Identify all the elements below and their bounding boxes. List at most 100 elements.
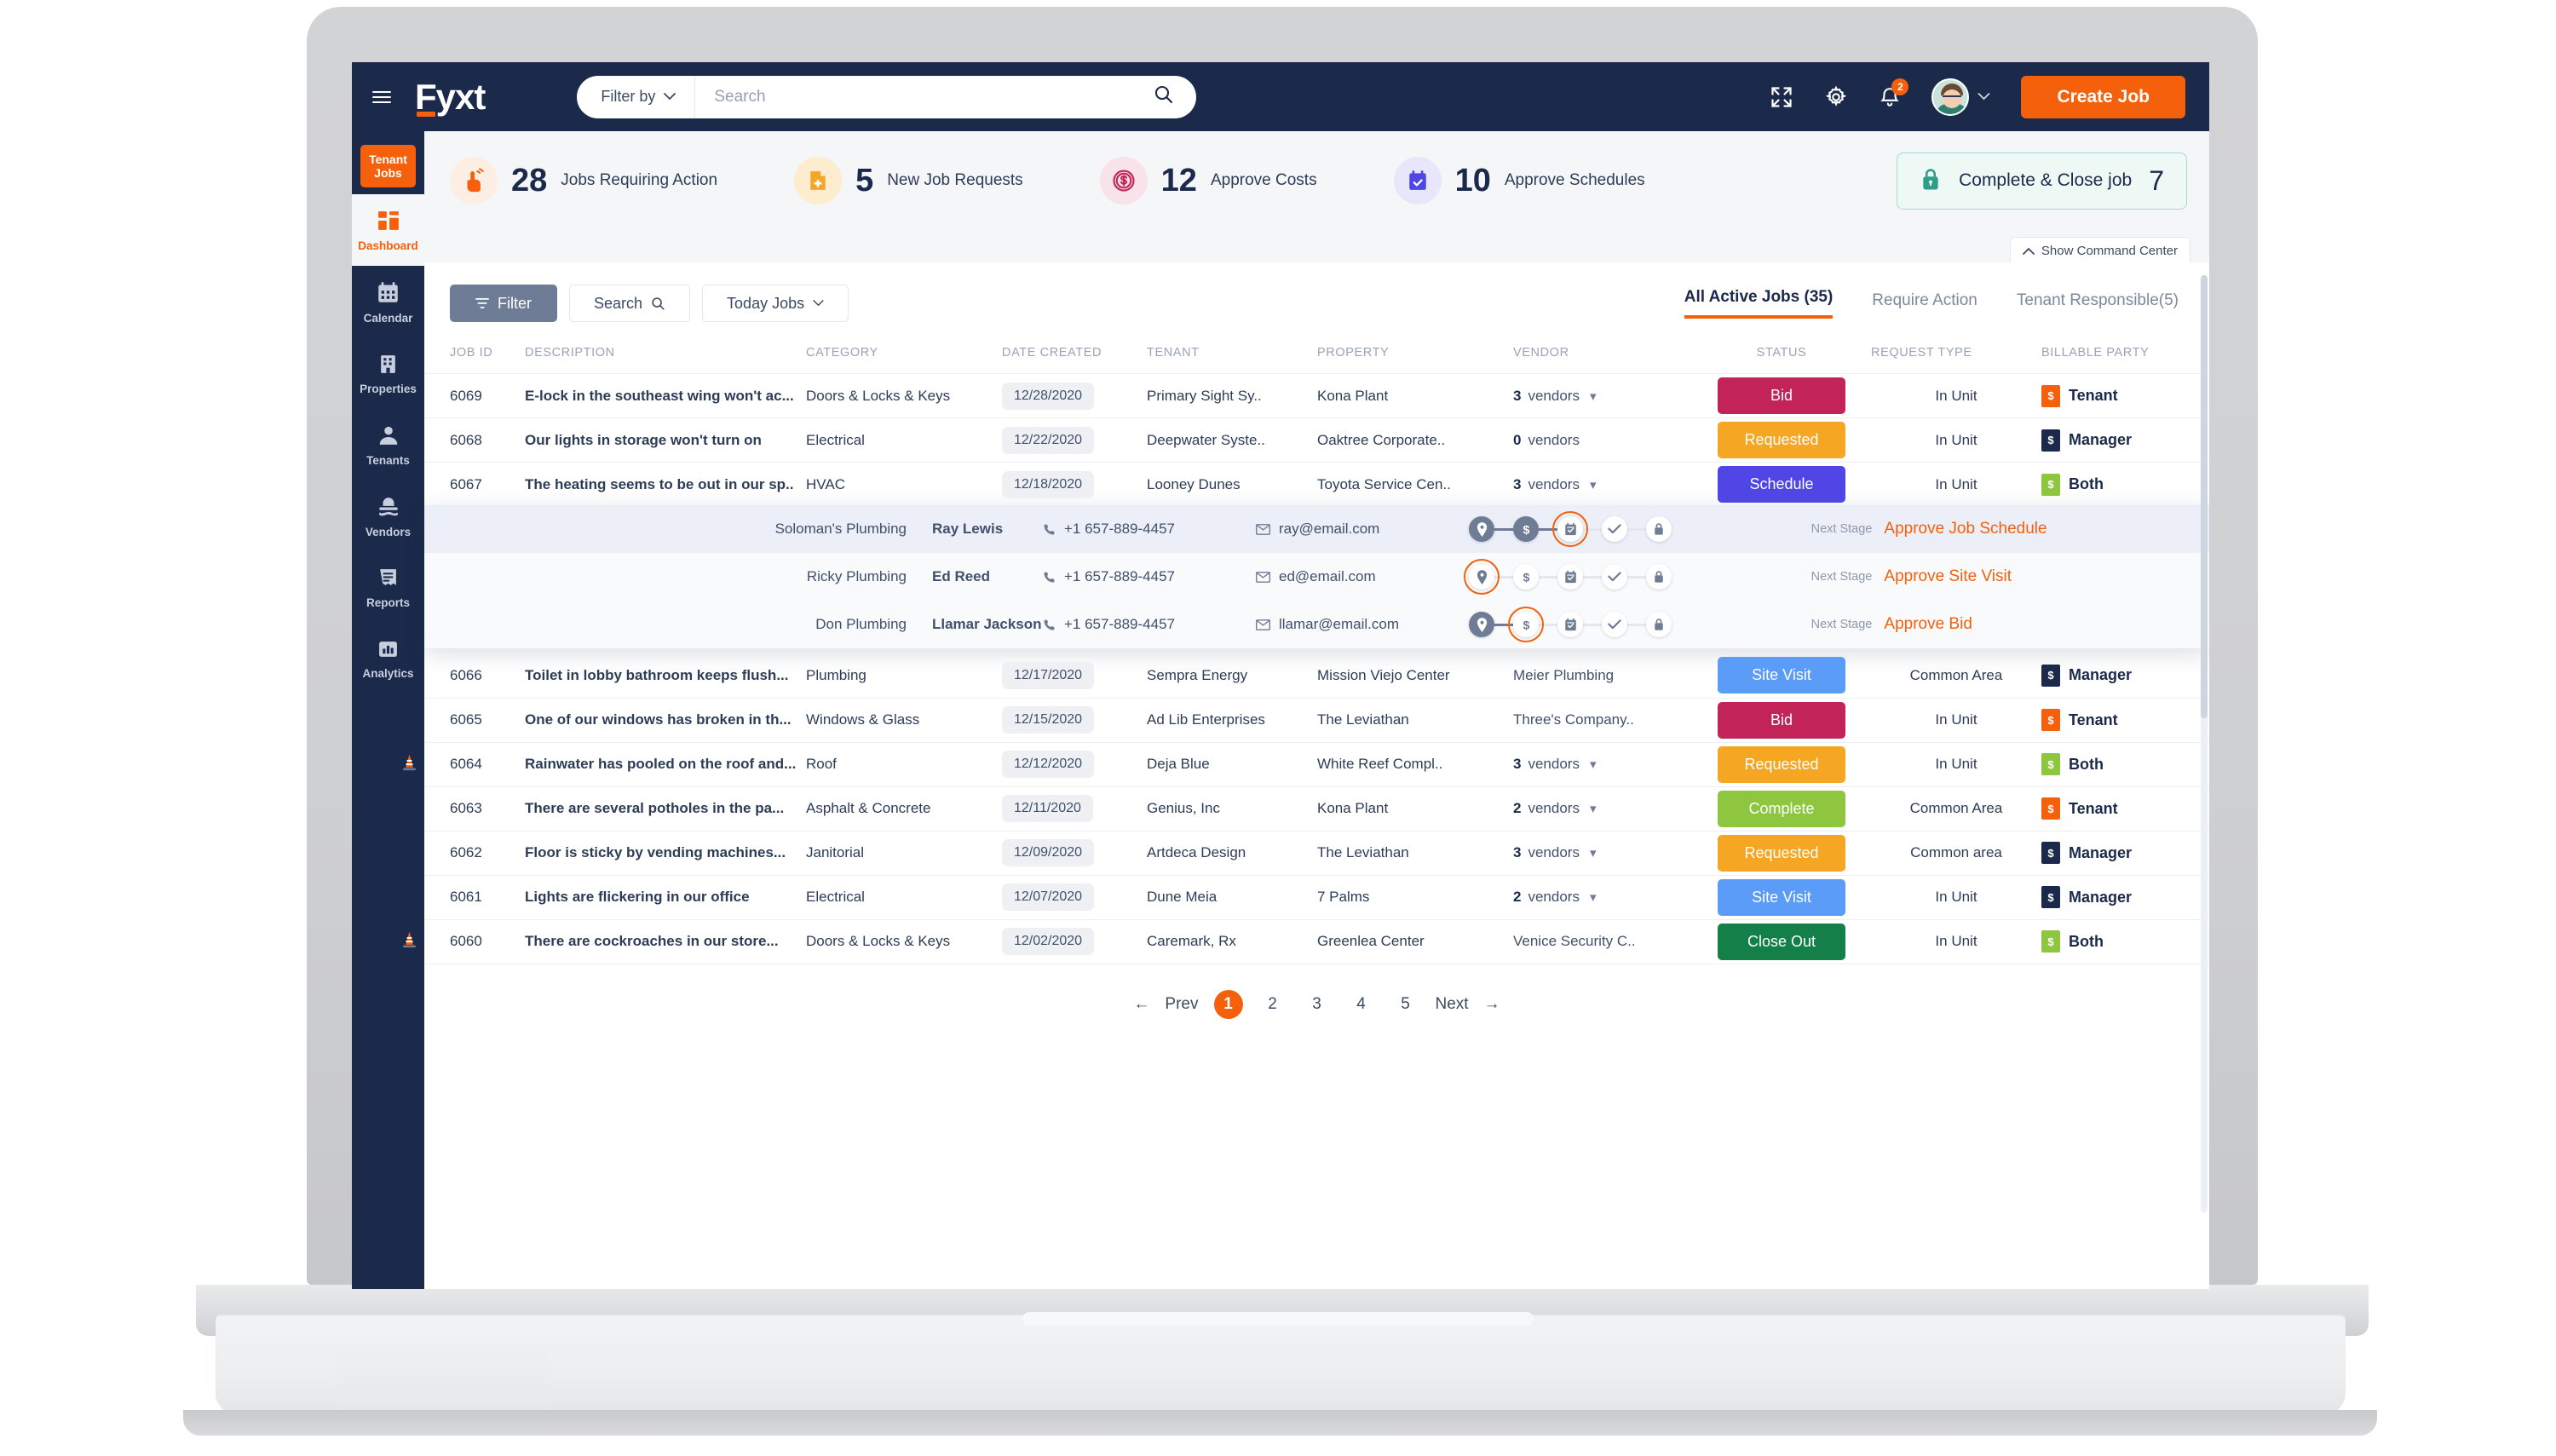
chevron-down-icon[interactable]: ▾ (1590, 477, 1597, 492)
stage-step-calendar-check-icon[interactable] (1552, 511, 1588, 547)
vertical-scrollbar[interactable] (2201, 275, 2208, 1212)
sidebar-item-dashboard[interactable]: Dashboard (352, 194, 424, 267)
stage-step-check-icon[interactable] (1602, 516, 1627, 542)
prev-page-button[interactable]: Prev (1165, 995, 1198, 1014)
col-vendor[interactable]: VENDOR (1513, 337, 1692, 374)
filter-button[interactable]: Filter (450, 285, 557, 322)
vendor-detail-row[interactable]: Ricky Plumbing Ed Reed +1 657-889-4457 e… (424, 553, 2209, 601)
cell-job-id[interactable]: 6066 (424, 653, 525, 699)
cell-description[interactable]: There are several potholes in the pa... (525, 786, 806, 832)
kpi-approve-costs[interactable]: 12 Approve Costs (1099, 157, 1317, 204)
sidebar-tenant-jobs-badge[interactable]: Tenant Jobs (360, 145, 416, 188)
cell-vendor[interactable]: Meier Plumbing (1513, 653, 1692, 699)
cell-vendor[interactable]: Venice Security C.. (1513, 919, 1692, 964)
stage-step-pin-icon[interactable] (1469, 612, 1494, 637)
chevron-down-icon[interactable]: ▾ (1590, 388, 1597, 404)
tab-require-action[interactable]: Require Action (1872, 291, 1977, 319)
cell-description[interactable]: E-lock in the southeast wing won't ac... (525, 373, 806, 418)
col-property[interactable]: PROPERTY (1317, 337, 1513, 374)
stage-step-lock-icon[interactable] (1646, 564, 1672, 590)
hamburger-menu-icon[interactable] (372, 88, 391, 106)
kpi-approve-schedules[interactable]: 10 Approve Schedules (1393, 157, 1645, 204)
page-button-5[interactable]: 5 (1391, 990, 1420, 1019)
col-tenant[interactable]: TENANT (1147, 337, 1317, 374)
tab-all-active-jobs[interactable]: All Active Jobs (35) (1684, 288, 1834, 319)
col-job-id[interactable]: JOB ID (424, 337, 525, 374)
cell-status[interactable]: Bid (1692, 373, 1871, 418)
cell-vendor[interactable]: 3 vendors ▾ (1513, 462, 1692, 507)
page-button-4[interactable]: 4 (1347, 990, 1376, 1019)
page-button-1[interactable]: 1 (1213, 989, 1243, 1019)
table-row[interactable]: 6062 Floor is sticky by vending machines… (424, 831, 2209, 876)
cell-vendor[interactable]: 2 vendors ▾ (1513, 875, 1692, 920)
col-billable-party[interactable]: BILLABLE PARTY (2041, 337, 2209, 374)
stage-step-calendar-check-icon[interactable] (1557, 612, 1583, 637)
vendor-phone[interactable]: +1 657-889-4457 (1043, 601, 1256, 648)
cell-vendor[interactable]: 3 vendors ▾ (1513, 373, 1692, 418)
kpi-new-job-requests[interactable]: 5 New Job Requests (794, 157, 1023, 204)
cell-job-id[interactable]: 6067 (424, 462, 525, 507)
vendor-phone[interactable]: +1 657-889-4457 (1043, 553, 1256, 601)
table-row[interactable]: 6067 The heating seems to be out in our … (424, 462, 2209, 507)
sidebar-item-vendors[interactable]: Vendors (352, 481, 424, 552)
cell-job-id[interactable]: 6069 (424, 373, 525, 418)
stage-step-dollar-icon[interactable]: $ (1513, 564, 1539, 590)
create-job-button[interactable]: Create Job (2021, 75, 2185, 118)
stage-step-check-icon[interactable] (1602, 612, 1627, 637)
search-icon[interactable] (1154, 84, 1174, 109)
today-jobs-dropdown[interactable]: Today Jobs (702, 285, 849, 322)
cell-description[interactable]: Rainwater has pooled on the roof and... (525, 742, 806, 787)
table-row[interactable]: 6061 Lights are flickering in our office… (424, 875, 2209, 920)
table-row[interactable]: 6068 Our lights in storage won't turn on… (424, 417, 2209, 463)
gear-icon[interactable] (1824, 84, 1848, 109)
col-description[interactable]: DESCRIPTION (525, 337, 806, 374)
sidebar-item-analytics[interactable]: Analytics (352, 623, 424, 693)
chevron-down-icon[interactable]: ▾ (1590, 801, 1597, 816)
cell-status[interactable]: Schedule (1692, 462, 1871, 507)
table-row[interactable]: 6066 Toilet in lobby bathroom keeps flus… (424, 653, 2209, 699)
table-row[interactable]: 6065 One of our windows has broken in th… (424, 698, 2209, 743)
chevron-down-icon[interactable]: ▾ (1590, 757, 1597, 772)
next-page-button[interactable]: Next (1436, 995, 1469, 1014)
col-status[interactable]: STATUS (1692, 337, 1871, 374)
cell-description[interactable]: The heating seems to be out in our sp.. (525, 462, 806, 507)
cell-description[interactable]: Toilet in lobby bathroom keeps flush... (525, 653, 806, 699)
search-input[interactable] (695, 75, 1154, 118)
prev-arrow-icon[interactable]: ← (1133, 995, 1149, 1014)
cell-status[interactable]: Complete (1692, 786, 1871, 832)
cell-vendor[interactable]: 3 vendors ▾ (1513, 742, 1692, 787)
cell-description[interactable]: One of our windows has broken in th... (525, 698, 806, 743)
table-row[interactable]: 6069 E-lock in the southeast wing won't … (424, 373, 2209, 418)
tab-tenant-responsible[interactable]: Tenant Responsible(5) (2017, 291, 2179, 319)
cell-job-id[interactable]: 6065 (424, 698, 525, 743)
page-button-3[interactable]: 3 (1303, 990, 1332, 1019)
vendor-detail-row[interactable]: Soloman's Plumbing Ray Lewis +1 657-889-… (424, 505, 2209, 553)
stage-step-check-icon[interactable] (1602, 564, 1627, 590)
table-search-button[interactable]: Search (569, 285, 691, 322)
cell-status[interactable]: Requested (1692, 417, 1871, 463)
cell-status[interactable]: Requested (1692, 831, 1871, 876)
cell-status[interactable]: Close Out (1692, 919, 1871, 964)
sidebar-item-tenants[interactable]: Tenants (352, 409, 424, 481)
cell-job-id[interactable]: 6061 (424, 875, 525, 920)
cell-vendor[interactable]: 3 vendors ▾ (1513, 831, 1692, 876)
cell-vendor[interactable]: 2 vendors ▾ (1513, 786, 1692, 832)
stage-step-pin-icon[interactable] (1469, 516, 1494, 542)
filter-by-dropdown[interactable]: Filter by (577, 75, 696, 118)
stage-step-calendar-check-icon[interactable] (1557, 564, 1583, 590)
col-request-type[interactable]: REQUEST TYPE (1871, 337, 2041, 374)
next-arrow-icon[interactable]: → (1484, 995, 1500, 1014)
cell-status[interactable]: Requested (1692, 742, 1871, 787)
chevron-down-icon[interactable]: ▾ (1590, 845, 1597, 860)
vendor-email[interactable]: ray@email.com (1256, 505, 1469, 553)
next-stage-link[interactable]: Approve Bid (1884, 615, 1972, 634)
next-stage-link[interactable]: Approve Site Visit (1884, 567, 2012, 586)
cell-job-id[interactable]: 6060 (403, 919, 525, 964)
next-stage-link[interactable]: Approve Job Schedule (1884, 520, 2047, 538)
show-command-center-button[interactable]: Show Command Center (2009, 237, 2190, 265)
sidebar-item-calendar[interactable]: Calendar (352, 266, 424, 338)
bell-icon[interactable]: 2 (1879, 78, 1909, 109)
table-row[interactable]: 6063 There are several potholes in the p… (424, 786, 2209, 832)
col-category[interactable]: CATEGORY (806, 337, 1002, 374)
user-menu[interactable] (1931, 78, 1990, 116)
